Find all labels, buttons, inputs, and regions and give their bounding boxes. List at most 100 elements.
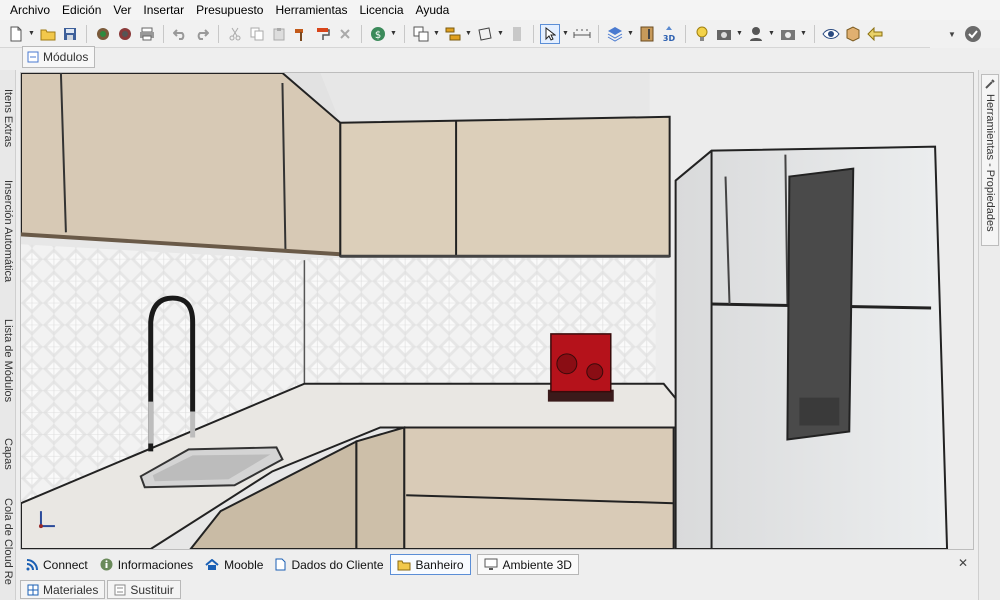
toolbar-overflow: ▼	[930, 20, 1000, 48]
measure-button[interactable]	[572, 24, 592, 44]
tab-insercion-automatica-label: Inserción Automática	[2, 179, 14, 283]
snapshot-dropdown-icon[interactable]: ▼	[800, 30, 808, 37]
menu-presupuesto[interactable]: Presupuesto	[190, 0, 269, 20]
back-arrow-icon	[867, 26, 883, 41]
info-icon	[100, 558, 113, 571]
module-copy-button[interactable]	[411, 24, 431, 44]
tab-capas[interactable]: Capas	[0, 426, 16, 482]
tab-ambiente-3d[interactable]: Ambiente 3D	[476, 554, 579, 575]
camera-dropdown-icon[interactable]: ▼	[736, 30, 744, 37]
new-dropdown-icon[interactable]: ▼	[28, 30, 36, 37]
new-file-button[interactable]	[6, 24, 26, 44]
tab-itens-extras[interactable]: Itens Extras	[0, 76, 16, 160]
toolbar-separator	[685, 24, 686, 43]
measure-icon	[573, 29, 591, 38]
back-button[interactable]	[865, 24, 885, 44]
menu-archivo[interactable]: Archivo	[4, 0, 56, 20]
menu-insertar[interactable]: Insertar	[137, 0, 190, 20]
print-icon	[140, 27, 154, 40]
tab-materiales[interactable]: Materiales	[20, 580, 106, 599]
tab-lista-modulos-label: Lista de Módulos	[2, 319, 14, 403]
tab-lista-modulos[interactable]: Lista de Módulos	[0, 302, 16, 420]
pointer-icon	[545, 26, 556, 41]
view-3d-icon: 3D	[663, 25, 675, 42]
shape-button[interactable]	[475, 24, 495, 44]
select-pointer-button[interactable]	[540, 23, 560, 44]
open-folder-button[interactable]	[38, 24, 58, 44]
shape-dropdown-icon[interactable]: ▼	[497, 30, 505, 37]
cut-button[interactable]	[225, 24, 245, 44]
render-icon	[97, 27, 109, 40]
select-dropdown-icon[interactable]: ▼	[562, 30, 570, 37]
undo-button[interactable]	[170, 24, 190, 44]
toolbar-separator	[218, 24, 219, 43]
tab-sustituir[interactable]: Sustituir	[107, 580, 181, 599]
document-tab-bar: Connect Informaciones Mooble Dados do Cl…	[20, 552, 974, 577]
tab-mooble-label: Mooble	[224, 557, 264, 572]
menu-bar: Archivo Edición Ver Insertar Presupuesto…	[0, 0, 1000, 20]
refrigerator-dispenser	[799, 397, 840, 426]
view-3d-button[interactable]: 3D	[659, 24, 679, 44]
snapshot-button[interactable]	[778, 24, 798, 44]
cabinet-button[interactable]	[637, 24, 657, 44]
toolbar-overflow-button[interactable]: ▼	[948, 30, 956, 39]
tab-itens-extras-label: Itens Extras	[2, 88, 14, 148]
redo-button[interactable]	[192, 24, 212, 44]
tab-herramientas-label: Herramientas - Propiedades	[984, 94, 996, 232]
menu-herramientas[interactable]: Herramientas	[269, 0, 353, 20]
save-button[interactable]	[60, 24, 80, 44]
close-tab-icon[interactable]: ✕	[958, 556, 968, 570]
print-button[interactable]	[137, 24, 157, 44]
visibility-button[interactable]	[821, 24, 841, 44]
tab-cola-cloud-label: Cola de Cloud Re	[2, 497, 14, 585]
align-button[interactable]	[443, 24, 463, 44]
lighting-button[interactable]	[692, 24, 712, 44]
camera-button[interactable]	[714, 24, 734, 44]
menu-ver[interactable]: Ver	[107, 0, 137, 20]
menu-edicion[interactable]: Edición	[56, 0, 107, 20]
tab-materiales-label: Materiales	[43, 582, 99, 597]
tab-insercion-automatica[interactable]: Inserción Automática	[0, 164, 16, 298]
kitchen-3d-scene[interactable]	[21, 73, 973, 549]
snapshot-icon	[781, 29, 795, 40]
tab-connect[interactable]: Connect	[20, 554, 94, 575]
tab-informaciones[interactable]: Informaciones	[94, 554, 199, 575]
swap-icon	[114, 584, 126, 595]
cabinet-icon	[640, 26, 654, 41]
save-icon	[64, 27, 76, 40]
materials-button[interactable]	[843, 24, 863, 44]
new-file-icon	[10, 26, 22, 41]
tools-icon	[985, 79, 995, 89]
tab-modulos[interactable]: Módulos	[22, 46, 96, 68]
tab-banheiro[interactable]: Banheiro	[389, 554, 471, 575]
budget-button[interactable]: $	[368, 24, 388, 44]
viewport-3d[interactable]	[20, 72, 974, 550]
tab-dados-cliente-label: Dados do Cliente	[291, 557, 384, 572]
panel-button[interactable]	[507, 24, 527, 44]
align-dropdown-icon[interactable]: ▼	[465, 30, 473, 37]
user-view-dropdown-icon[interactable]: ▼	[768, 30, 776, 37]
paint-roller-button[interactable]	[313, 24, 333, 44]
tab-herramientas-propiedades[interactable]: Herramientas - Propiedades	[981, 74, 999, 246]
render-button[interactable]	[93, 24, 113, 44]
tab-cola-cloud[interactable]: Cola de Cloud Re	[0, 486, 16, 596]
tab-ambiente-3d-label: Ambiente 3D	[502, 557, 572, 572]
user-view-button[interactable]	[746, 24, 766, 44]
copy-button[interactable]	[247, 24, 267, 44]
check-icon[interactable]	[964, 25, 982, 43]
layers-button[interactable]	[605, 24, 625, 44]
right-side-panel-tabs: Herramientas - Propiedades	[978, 70, 1000, 600]
hammer-button[interactable]	[291, 24, 311, 44]
tab-dados-cliente[interactable]: Dados do Cliente	[269, 554, 389, 575]
grid-icon	[27, 584, 39, 595]
layers-icon	[607, 26, 623, 42]
layers-dropdown-icon[interactable]: ▼	[627, 30, 635, 37]
module-copy-dropdown-icon[interactable]: ▼	[433, 30, 441, 37]
budget-dropdown-icon[interactable]: ▼	[390, 30, 398, 37]
menu-ayuda[interactable]: Ayuda	[410, 0, 456, 20]
delete-button[interactable]	[335, 24, 355, 44]
paste-button[interactable]	[269, 24, 289, 44]
tab-mooble[interactable]: Mooble	[199, 554, 269, 575]
menu-licencia[interactable]: Licencia	[354, 0, 410, 20]
render-settings-button[interactable]	[115, 24, 135, 44]
